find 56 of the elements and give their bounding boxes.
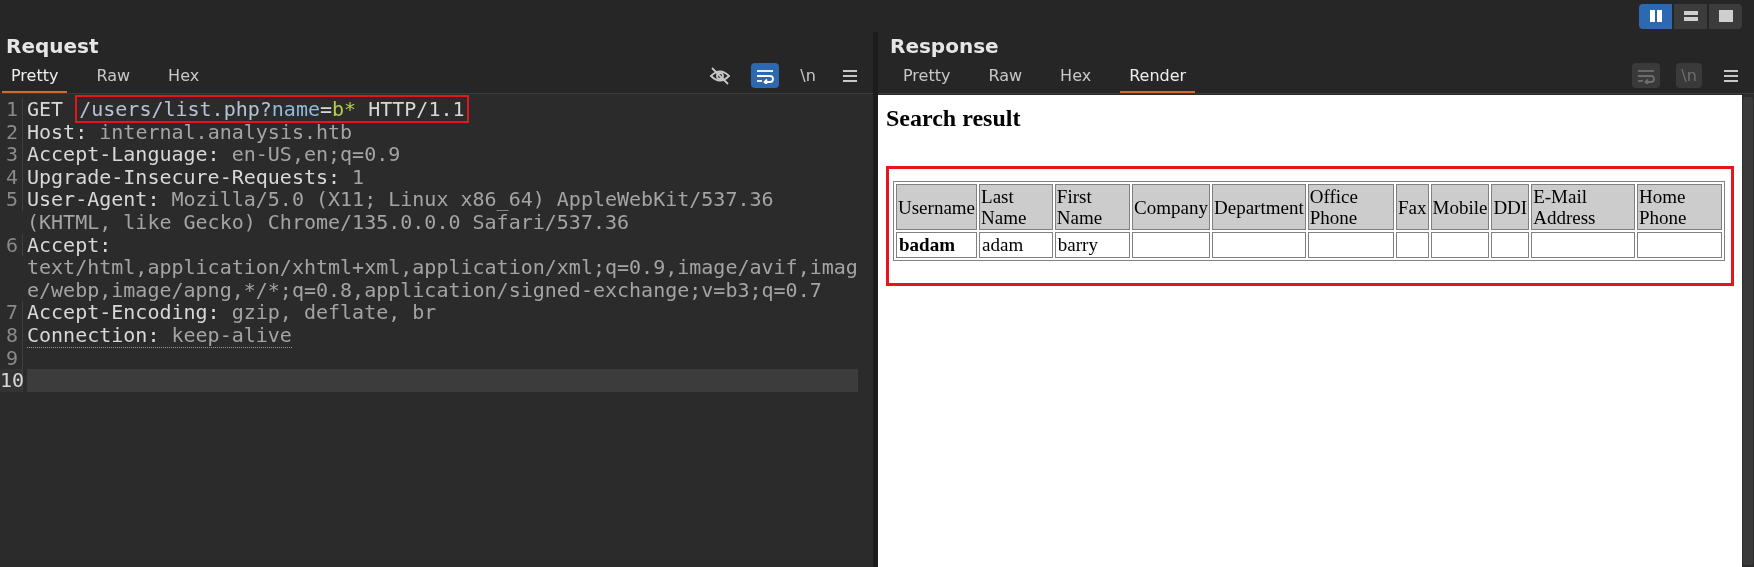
table-cell	[1396, 232, 1429, 258]
code-line: Upgrade-Insecure-Requests: 1	[27, 164, 365, 189]
line-number: 4	[0, 165, 23, 189]
column-header: Last Name	[979, 184, 1053, 230]
wrap-icon	[755, 67, 775, 84]
line-number: 7	[0, 301, 23, 324]
code-line: Accept-Encoding: gzip, deflate, br	[27, 300, 437, 325]
code-line: User-Agent: Mozilla/5.0 (X11; Linux x86_64) AppleWebKit/537.36 (KHTML, like Gecko) Chrome/135.0.0.0 Safari/537.36	[27, 187, 775, 234]
line-number: 10	[0, 369, 23, 392]
eye-off-icon	[709, 66, 731, 85]
code-line: Accept-Language: en-US,en;q=0.9	[27, 142, 401, 167]
code-editor[interactable]	[0, 94, 873, 567]
code-line: GET	[27, 97, 65, 121]
page-heading: Search result	[886, 105, 1022, 132]
column-header: Office Phone	[1307, 184, 1394, 230]
menu-icon	[1723, 68, 1739, 83]
highlight-box: /users/list.php?name=b* HTTP/1.1	[75, 95, 469, 123]
table-cell	[1430, 232, 1490, 258]
column-header: DDI	[1491, 184, 1530, 230]
line-number: 5	[0, 188, 23, 211]
line-number: 3	[0, 143, 23, 166]
tab[interactable]: Hex	[159, 61, 209, 93]
column-header: First Name	[1054, 184, 1131, 230]
line-number: 8	[0, 323, 23, 347]
scrollbar[interactable]	[1743, 97, 1753, 565]
layout-button[interactable]	[1639, 3, 1672, 29]
line-number: 1	[0, 98, 23, 121]
columns-icon	[1647, 9, 1664, 23]
column-header: Username	[896, 184, 978, 230]
square-icon	[1717, 9, 1734, 23]
tab[interactable]: Hex	[1051, 61, 1101, 93]
column-header: E-Mail Address	[1531, 184, 1635, 230]
layout-button[interactable]	[1674, 3, 1707, 29]
newline-button[interactable]: \n	[795, 63, 821, 88]
wrap-button[interactable]	[751, 63, 779, 88]
rows-icon	[1682, 9, 1699, 23]
code-line: Connection: keep-alive	[27, 322, 292, 348]
menu-icon	[842, 68, 858, 83]
table-cell: badam	[896, 232, 978, 258]
column-header: Home Phone	[1637, 184, 1722, 230]
column-header: Department	[1212, 184, 1306, 230]
table-cell: adam	[979, 232, 1053, 258]
tab[interactable]: Raw	[87, 61, 140, 93]
layout-button[interactable]	[1709, 3, 1742, 29]
pane-title: Response	[889, 33, 1000, 60]
wrap-icon	[1636, 67, 1656, 84]
column-header: Fax	[1396, 184, 1429, 230]
pane-title: Request	[5, 33, 100, 60]
tab[interactable]: Pretty	[894, 61, 960, 93]
line-number: 2	[0, 120, 23, 144]
column-header: Company	[1132, 184, 1210, 230]
table-cell	[1491, 232, 1530, 258]
tab[interactable]: Raw	[979, 61, 1032, 93]
table-cell: barry	[1054, 232, 1131, 258]
column-header: Mobile	[1430, 184, 1490, 230]
line-number: 6	[0, 233, 23, 257]
